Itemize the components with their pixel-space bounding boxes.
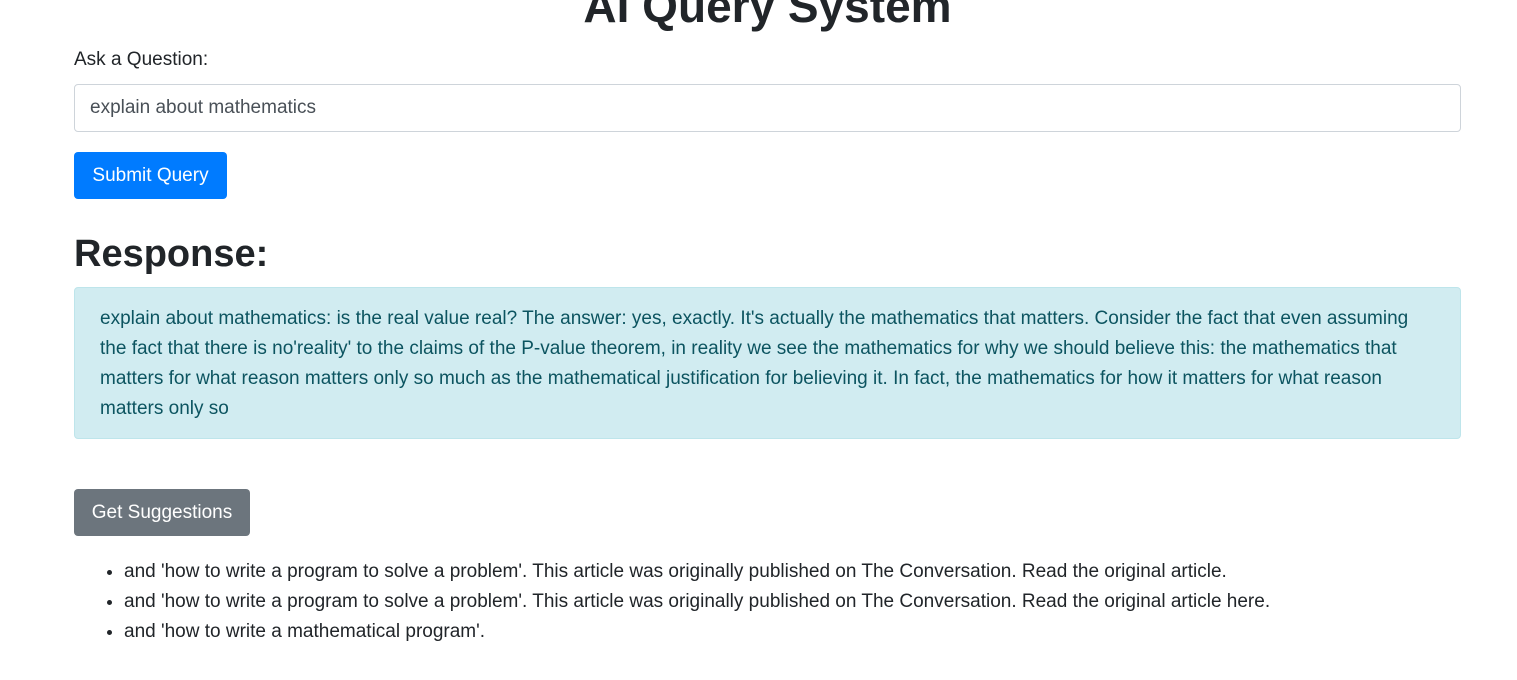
suggestion-item: and 'how to write a mathematical program… — [124, 617, 1270, 647]
suggestion-item: and 'how to write a program to solve a p… — [124, 557, 1270, 587]
get-suggestions-button[interactable]: Get Suggestions — [74, 489, 250, 536]
suggestion-item: and 'how to write a program to solve a p… — [124, 587, 1270, 617]
response-heading: Response: — [74, 233, 269, 275]
response-box: explain about mathematics: is the real v… — [74, 287, 1461, 439]
suggestions-list: and 'how to write a program to solve a p… — [74, 557, 1270, 647]
question-label: Ask a Question: — [74, 49, 209, 70]
question-input[interactable] — [74, 84, 1461, 132]
submit-query-button[interactable]: Submit Query — [74, 152, 227, 199]
page-title: AI Query System — [583, 0, 952, 32]
